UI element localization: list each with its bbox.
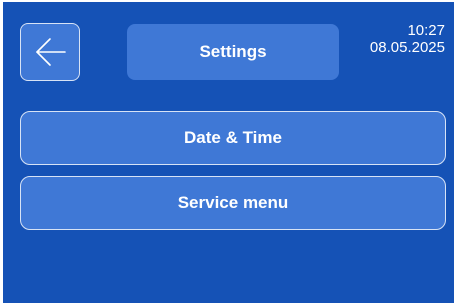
date-time-button[interactable]: Date & Time <box>20 111 446 165</box>
clock: 10:27 08.05.2025 <box>370 22 445 56</box>
settings-screen: Settings 10:27 08.05.2025 Date & Time Se… <box>3 2 454 303</box>
page-title: Settings <box>127 24 339 80</box>
clock-time: 10:27 <box>407 22 445 39</box>
arrow-left-icon <box>36 38 66 66</box>
page-title-label: Settings <box>199 42 267 61</box>
date-time-button-label: Date & Time <box>184 128 282 147</box>
back-button[interactable] <box>20 23 80 81</box>
clock-date: 08.05.2025 <box>369 39 445 56</box>
service-menu-button-label: Service menu <box>177 193 289 212</box>
service-menu-button[interactable]: Service menu <box>20 176 446 230</box>
